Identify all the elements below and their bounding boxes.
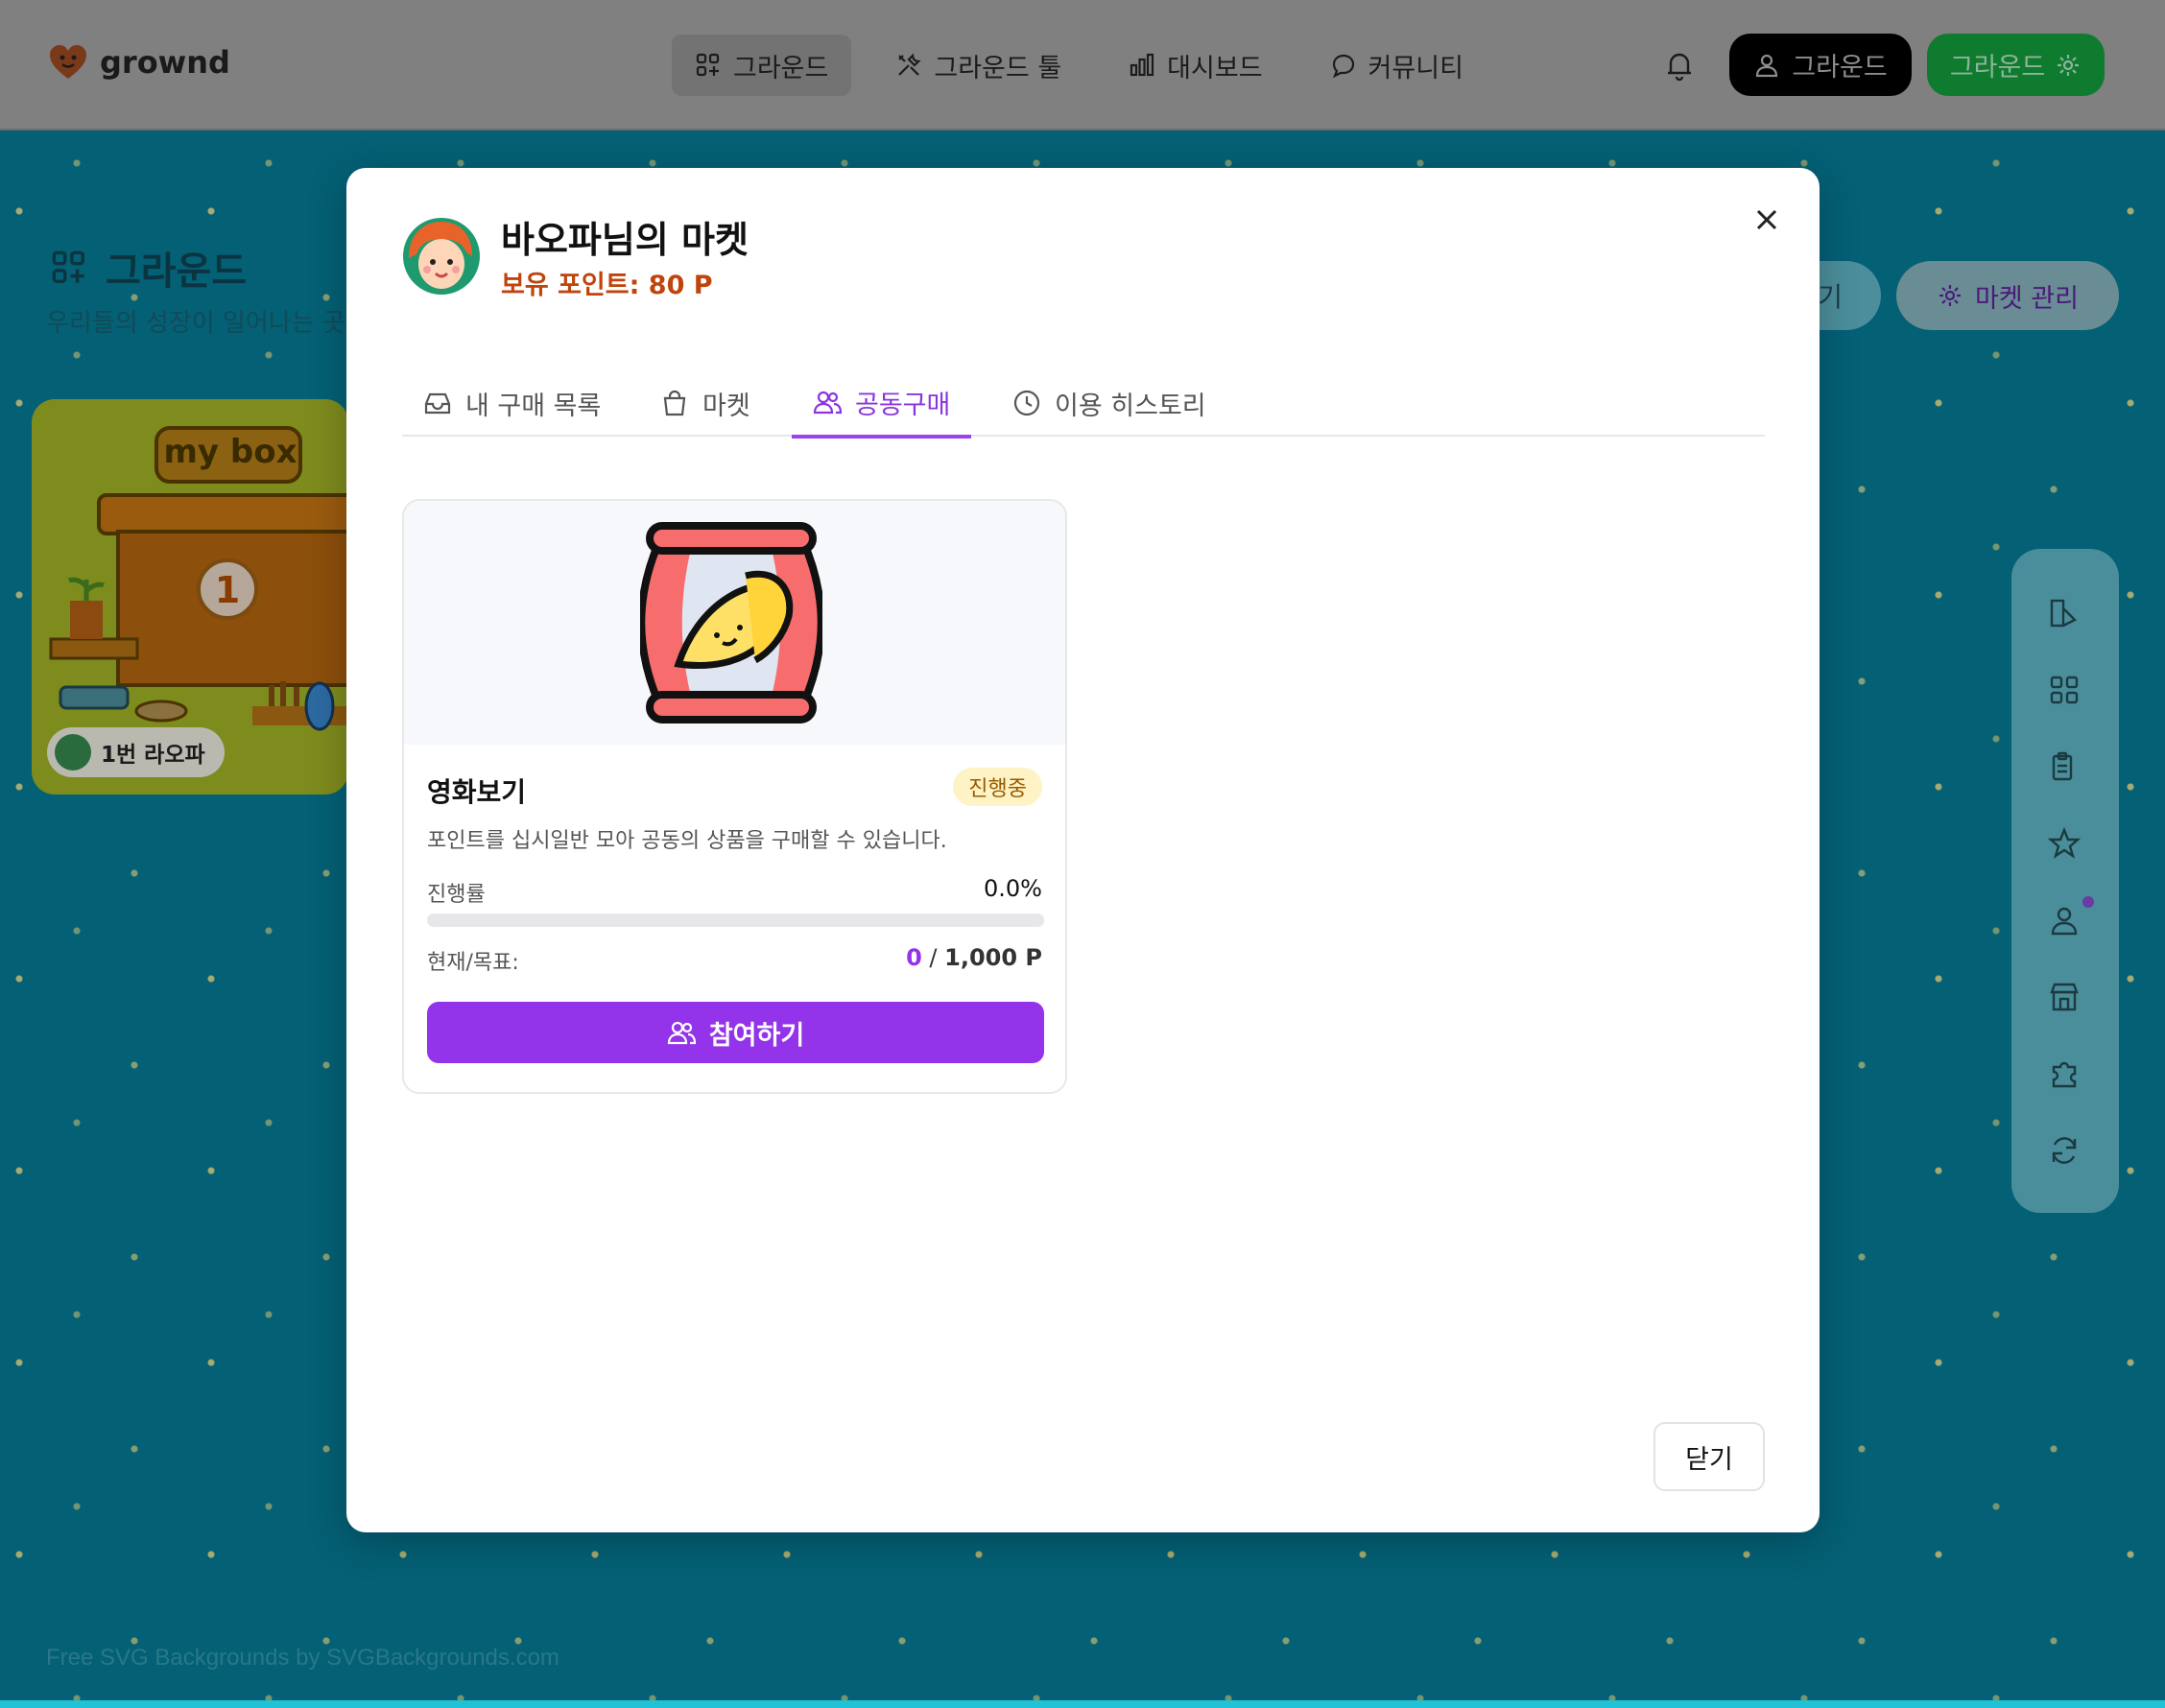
user-icon[interactable] [2048,904,2081,937]
nav-item-label: 커뮤니티 [1368,53,1463,83]
target-points: 1,000 P [944,944,1042,971]
nav-item-label: 그라운드 툴 [934,53,1062,83]
goal-label: 현재/목표: [427,951,519,975]
page-title-text: 그라운드 [106,249,248,294]
shopping-bag-icon [663,390,686,416]
snack-bag-icon [640,522,822,724]
nav-item-label: 그라운드 [733,53,829,83]
clock-icon [1013,390,1040,416]
svg-text:1: 1 [215,569,240,611]
background-credit: Free SVG Backgrounds by SVGBackgrounds.c… [46,1645,559,1671]
refresh-icon[interactable] [2048,1134,2081,1167]
product-description: 포인트를 십시일반 모아 공동의 상품을 구매할 수 있습니다. [427,829,947,853]
goal-separator: / [921,944,945,971]
puzzle-icon[interactable] [2048,1057,2081,1090]
mybox-card[interactable]: 1 my box 1번 라오파 [32,399,348,795]
shapes-icon[interactable] [2048,597,2081,629]
goal-value: 0 / 1,000 P [906,944,1042,971]
nav-item-label: 대시보드 [1167,53,1263,83]
chat-bubble-icon [1332,54,1354,79]
tab-my-purchases[interactable]: 내 구매 목록 [402,369,622,437]
close-icon[interactable] [1749,202,1784,237]
logo[interactable]: grownd [48,42,230,83]
side-toolbar [2011,549,2119,1213]
tab-label: 내 구매 목록 [465,391,602,421]
gear-icon [2058,54,2080,76]
bar-chart-icon [1130,53,1154,77]
main-nav: 그라운드 그라운드 툴 대시보드 커뮤니티 [672,35,1487,96]
points-balance: 보유 포인트: 80 P [501,271,713,300]
market-manage-button[interactable]: 마켓 관리 [1896,261,2119,330]
heart-logo-icon [50,45,86,79]
tab-group-buy[interactable]: 공동구매 [792,369,972,439]
store-icon[interactable] [2048,981,2081,1013]
gear-icon [1939,285,1962,306]
tab-usage-history[interactable]: 이용 히스토리 [991,369,1227,437]
mybox-label-text: 1번 라오파 [101,743,205,768]
progress-label: 진행률 [427,883,486,907]
progress-value: 0.0% [984,875,1042,902]
clipboard-icon[interactable] [2048,750,2081,783]
bottom-strip [0,1700,2165,1708]
mybox-title: my box [163,433,297,471]
market-tabs: 내 구매 목록 마켓 공동구매 이용 히스토리 [402,369,1765,439]
ground-settings-button[interactable]: 그라운드 [1927,34,2105,96]
logo-text: grownd [100,44,230,81]
nav-item-ground[interactable]: 그라운드 [672,35,852,96]
tab-label: 이용 히스토리 [1055,391,1206,421]
bell-icon[interactable] [1662,48,1697,83]
ground-button-label: 그라운드 [1949,53,2046,83]
page-subtitle: 우리들의 성장이 일어나는 곳 [46,309,345,338]
notification-dot [2082,896,2094,908]
nav-item-community[interactable]: 커뮤니티 [1307,35,1487,96]
inbox-icon [424,392,451,415]
group-buy-card: 영화보기 진행중 포인트를 십시일반 모아 공동의 상품을 구매할 수 있습니다… [402,499,1067,1094]
status-badge: 진행중 [953,768,1042,806]
top-header: grownd 그라운드 그라운드 툴 대시보드 커뮤니티 그라운드 그라운드 [0,0,2165,130]
mybox-label-badge: 1번 라오파 [47,727,225,777]
page-title: 그라운드 [50,240,247,296]
avatar [55,734,91,771]
tab-label: 공동구매 [855,390,951,420]
grid-icon[interactable] [2048,674,2081,706]
nav-item-ground-tools[interactable]: 그라운드 툴 [872,35,1084,96]
join-button[interactable]: 참여하기 [427,1002,1044,1063]
market-manage-label: 마켓 관리 [1975,283,2079,314]
star-icon[interactable] [2048,827,2081,860]
avatar [403,218,480,295]
modal-title: 바오파님의 마켓 [501,219,749,261]
nav-item-dashboard[interactable]: 대시보드 [1106,35,1285,96]
users-icon [813,391,842,415]
user-icon [1756,54,1778,77]
tab-market[interactable]: 마켓 [639,369,772,437]
product-image [404,501,1065,745]
user-button-label: 그라운드 [1792,53,1888,83]
user-profile-button[interactable]: 그라운드 [1729,34,1912,96]
grid-plus-icon [696,53,720,77]
tools-icon [898,53,922,76]
users-icon [667,1021,696,1045]
close-button[interactable]: 닫기 [1653,1422,1765,1491]
join-button-label: 참여하기 [708,1020,805,1051]
grid-plus-icon [52,250,84,283]
market-modal: 바오파님의 마켓 보유 포인트: 80 P 내 구매 목록 마켓 공동구매 이용… [346,168,1820,1532]
product-name: 영화보기 [427,776,527,808]
progress-bar [427,913,1044,927]
tab-label: 마켓 [702,391,750,421]
current-points: 0 [906,944,922,971]
